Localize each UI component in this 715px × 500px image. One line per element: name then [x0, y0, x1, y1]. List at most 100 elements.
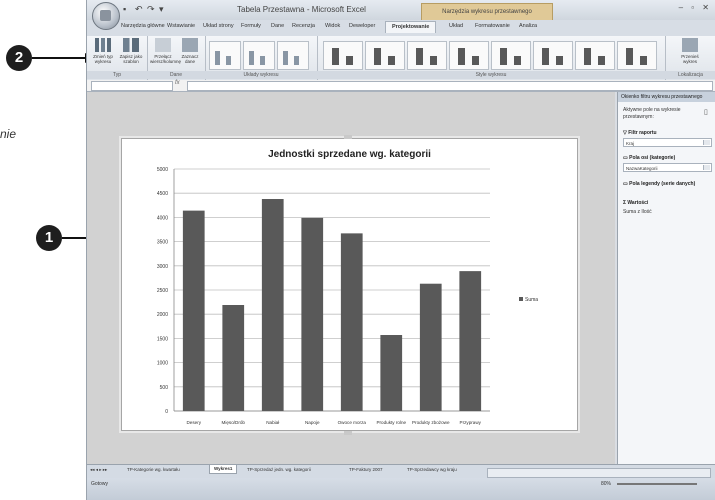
report-filter-value: Kraj	[626, 141, 635, 146]
group-label-styles: Style wykresu	[317, 71, 665, 79]
sheet-tab-2[interactable]: Wykres1	[209, 465, 238, 474]
sheet-tab-5[interactable]: TP-Sprzedawcy wg kraju	[407, 467, 457, 472]
x-tick-label: Mięso/Drób	[222, 420, 246, 425]
legend-label: Suma	[525, 297, 538, 303]
chart-style-6[interactable]	[533, 41, 573, 70]
chart-style-1[interactable]	[323, 41, 363, 70]
tab-insert[interactable]: Wstawianie	[167, 23, 195, 29]
y-tick-label: 1500	[157, 336, 168, 342]
group-label-data: Dane	[147, 71, 205, 79]
sheet-tab-1[interactable]: TP-Kategorie wg. kwartału	[127, 467, 180, 472]
ribbon-group-layouts: Układy wykresu	[205, 36, 318, 80]
select-data-label: Zaznacz dane	[181, 54, 199, 64]
y-tick-label: 0	[165, 409, 168, 415]
y-tick-label: 500	[160, 385, 169, 391]
report-filter-chevron-icon	[703, 140, 710, 145]
formula-input[interactable]	[187, 81, 713, 91]
chart-style-4[interactable]	[449, 41, 489, 70]
chart-style-7[interactable]	[575, 41, 615, 70]
sheet-tab-4[interactable]: TP-Faktury 2007	[349, 467, 383, 472]
move-chart-button[interactable]: Przenieś wykres	[677, 38, 703, 64]
zoom-level[interactable]: 80%	[601, 481, 611, 487]
tab-home[interactable]: Narzędzia główne	[121, 23, 165, 29]
y-tick-label: 4000	[157, 215, 168, 221]
save-as-template-button[interactable]: Zapisz jako szablon	[118, 38, 144, 64]
chart-layout-1[interactable]	[209, 41, 241, 70]
tab-format[interactable]: Formatowanie	[475, 23, 510, 29]
ribbon-group-type: Zmień typ wykresu Zapisz jako szablon Ty…	[87, 36, 148, 80]
y-tick-label: 3500	[157, 240, 168, 246]
chart-handle-top[interactable]	[344, 135, 352, 139]
ribbon-group-location: Przenieś wykres Lokalizacja	[665, 36, 715, 80]
tab-analyze[interactable]: Analiza	[519, 23, 537, 29]
bar-6	[380, 335, 403, 411]
chart-plot: 0 500 1000 1500 2000 2500 3000 3500 4000 4500 5000…	[157, 167, 538, 425]
callout-2: 2	[6, 45, 32, 71]
redo-icon[interactable]: ↷	[147, 4, 155, 15]
move-chart-label: Przenieś wykres	[681, 54, 699, 64]
group-label-type: Typ	[87, 71, 147, 79]
qat-dropdown-icon[interactable]: ▾	[159, 4, 164, 15]
tab-page-layout[interactable]: Układ strony	[203, 23, 234, 29]
cropped-text: nie	[0, 127, 17, 141]
sheet-tab-3[interactable]: TP-Sprzedaż jedn. wg. kategorii	[247, 467, 311, 472]
formula-bar: fx	[87, 80, 715, 92]
tab-design[interactable]: Projektowanie	[385, 21, 437, 33]
axis-fields-value: NazwaKategorii	[626, 166, 658, 171]
axis-fields-dropdown[interactable]: NazwaKategorii	[623, 163, 712, 172]
group-label-layouts: Układy wykresu	[205, 71, 317, 79]
status-text: Gotowy	[91, 481, 108, 487]
pivot-chart[interactable]: Jednostki sprzedane wg. kategorii 0 500 10…	[121, 138, 578, 431]
chart-layout-3[interactable]	[277, 41, 309, 70]
report-filter-dropdown[interactable]: Kraj	[623, 138, 712, 147]
tab-developer[interactable]: Deweloper	[349, 23, 375, 29]
chart-tools-context: Narzędzia wykresu przestawnego	[421, 3, 553, 21]
office-button[interactable]	[92, 2, 120, 30]
window-controls[interactable]: – ▫ ✕	[679, 3, 712, 12]
chart-style-5[interactable]	[491, 41, 531, 70]
values-value[interactable]: Suma z Ilość	[623, 209, 652, 216]
zoom-slider[interactable]	[617, 483, 697, 485]
office-logo-icon	[100, 10, 111, 21]
sheet-nav-arrows[interactable]: ◂◂ ◂ ▸ ▸▸	[90, 467, 107, 473]
axis-fields-label: ▭ Pola osi (kategorie)	[623, 155, 675, 161]
name-box[interactable]	[91, 81, 173, 91]
change-chart-type-label: Zmień typ wykresu	[93, 54, 113, 64]
bar-5	[340, 233, 363, 411]
status-bar: Gotowy 80%	[87, 478, 715, 500]
group-label-location: Lokalizacja	[665, 71, 715, 79]
bar-7	[419, 283, 442, 411]
axis-fields-chevron-icon	[703, 165, 710, 170]
tab-review[interactable]: Recenzja	[292, 23, 315, 29]
sheet-tabs-bar: ◂◂ ◂ ▸ ▸▸ TP-Kategorie wg. kwartału Wykr…	[87, 464, 715, 479]
report-filter-text: Filtr raportu	[628, 130, 657, 136]
ribbon-tabs: Narzędzia główne Wstawianie Układ strony…	[87, 20, 715, 37]
undo-icon[interactable]: ↶	[135, 4, 143, 15]
chart-handle-bottom[interactable]	[344, 431, 352, 435]
bar-8	[459, 271, 482, 411]
x-tick-label: Owoce morza	[338, 420, 367, 425]
insert-function-icon[interactable]: fx	[175, 80, 180, 86]
tab-formulas[interactable]: Formuły	[241, 23, 261, 29]
x-tick-label: Produkty zbożowe	[412, 420, 450, 425]
x-tick-label: Nabiał	[266, 420, 279, 425]
switch-row-column-button[interactable]: Przełącz wiersz/kolumnę	[150, 38, 181, 64]
tab-data[interactable]: Dane	[271, 23, 284, 29]
chart-style-2[interactable]	[365, 41, 405, 70]
save-as-template-label: Zapisz jako szablon	[119, 54, 143, 64]
tab-layout[interactable]: Układ	[449, 23, 463, 29]
chart-layout-2[interactable]	[243, 41, 275, 70]
pane-help-icon[interactable]: ▯	[704, 108, 708, 116]
chart-style-8[interactable]	[617, 41, 657, 70]
select-data-button[interactable]: Zaznacz dane	[177, 38, 203, 64]
change-chart-type-button[interactable]: Zmień typ wykresu	[90, 38, 116, 64]
window-title: Tabela Przestawna - Microsoft Excel	[237, 5, 366, 14]
chart-style-3[interactable]	[407, 41, 447, 70]
callout-2-arrow	[32, 57, 88, 59]
legend-fields-label: ▭ Pola legendy (serie danych)	[623, 181, 695, 187]
y-tick-label: 2500	[157, 288, 168, 294]
horizontal-scrollbar[interactable]	[487, 468, 711, 478]
save-icon[interactable]: ▪	[123, 4, 126, 14]
pane-header[interactable]: Okienko filtru wykresu przestawnego	[618, 92, 715, 102]
tab-view[interactable]: Widok	[325, 23, 340, 29]
